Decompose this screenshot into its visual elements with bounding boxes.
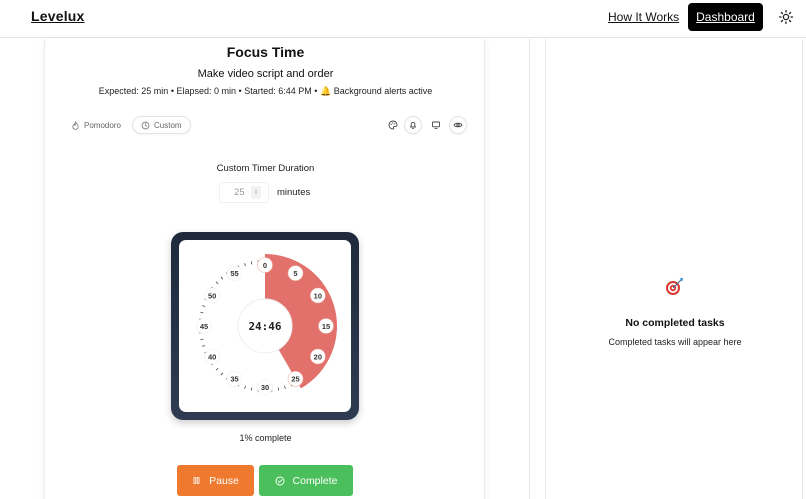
dial-tick [277, 387, 280, 391]
meta-separator: • [314, 86, 318, 96]
meta-elapsed: Elapsed: 0 min [176, 86, 237, 96]
flame-icon [72, 120, 79, 130]
empty-state-subtitle: Completed tasks will appear here [608, 337, 742, 347]
dial-label: 5 [287, 265, 304, 281]
dial-tick [215, 281, 219, 285]
clock-icon [141, 121, 150, 129]
dial-tick [244, 385, 246, 389]
complete-label: Complete [292, 474, 338, 487]
dial-tick [250, 387, 253, 391]
dial-tick [244, 263, 246, 267]
eye-icon[interactable] [449, 116, 467, 134]
dial-label-text: 25 [291, 375, 299, 384]
clock-face: 0 5 10 15 20 25 30 35 40 45 50 55 24:46 [179, 240, 351, 412]
timer-card: Focus Time Make video script and order E… [44, 39, 485, 499]
mode-custom-button[interactable]: Custom [132, 116, 191, 134]
dial-tick [250, 261, 253, 265]
dial-label-text: 20 [314, 352, 322, 361]
dial-tick [284, 385, 286, 389]
timer-clock: 0 5 10 15 20 25 30 35 40 45 50 55 24:46 [171, 232, 359, 420]
duration-input[interactable]: 25 [219, 182, 269, 203]
pause-button[interactable]: Pause [177, 465, 254, 496]
duration-unit: minutes [277, 187, 311, 198]
check-circle-icon [275, 476, 284, 485]
dial-label-text: 35 [230, 375, 238, 384]
dial-tick [202, 345, 206, 347]
meta-separator: • [170, 86, 174, 96]
dial-label-text: 15 [322, 322, 330, 331]
timer-meta: Expected: 25 min • Elapsed: 0 min • Star… [45, 86, 486, 97]
dial-label: 15 [318, 318, 334, 334]
dial-label: 0 [257, 257, 273, 273]
monitor-icon[interactable] [427, 116, 445, 134]
pause-icon [193, 476, 200, 485]
dial-tick [220, 276, 224, 280]
dial-label: 25 [287, 371, 304, 387]
duration-label: Custom Timer Duration [216, 163, 315, 174]
dial-label-text: 55 [230, 269, 238, 278]
dial-label-text: 30 [261, 383, 269, 392]
complete-button[interactable]: Complete [259, 465, 353, 496]
dial-label: 20 [310, 348, 326, 365]
dial-tick [202, 305, 206, 307]
dial-label: 30 [257, 379, 273, 395]
mode-pomodoro-label: Pomodoro [84, 120, 121, 130]
dial-label: 55 [226, 265, 243, 281]
dial-tick [200, 338, 204, 341]
dial-label-text: 50 [208, 291, 216, 300]
timer-title: Focus Time [226, 44, 305, 60]
mode-pomodoro-button[interactable]: Pomodoro [69, 116, 123, 134]
nav-how-it-works[interactable]: How It Works [608, 10, 679, 24]
dial-tick [215, 367, 219, 371]
dial-tick [220, 372, 224, 376]
dial-label: 40 [204, 348, 220, 365]
dial-label-text: 10 [314, 291, 322, 300]
meta-expected: Expected: 25 min [98, 86, 169, 96]
meta-separator: • [238, 86, 242, 96]
progress-text: 1% complete [239, 433, 292, 443]
bell-icon: 🔔 [319, 86, 332, 96]
sun-icon[interactable] [778, 9, 794, 25]
dial-label-text: 0 [263, 261, 267, 270]
empty-state-title: No completed tasks [625, 317, 725, 329]
dial-label-text: 5 [293, 269, 297, 278]
brand-logo[interactable]: Levelux [31, 8, 85, 24]
target-icon [664, 276, 686, 298]
time-remaining: 24:46 [248, 320, 281, 333]
dial-label: 50 [204, 287, 220, 304]
dial-label-text: 45 [200, 322, 208, 331]
clock-dial: 0 5 10 15 20 25 30 35 40 45 50 55 24:46 [196, 254, 337, 395]
dial-label: 45 [196, 318, 212, 334]
dial-label-text: 40 [208, 352, 216, 361]
duration-stepper[interactable]: ⇕ [251, 186, 261, 199]
completed-tasks-panel: No completed tasks Completed tasks will … [545, 39, 803, 499]
bell-toggle-icon[interactable] [404, 116, 422, 134]
dial-tick [200, 311, 204, 314]
dashboard-button-label: Dashboard [696, 10, 755, 24]
top-header: Levelux How It Works Dashboard [0, 0, 806, 38]
mode-custom-label: Custom [154, 120, 182, 130]
task-name: Make video script and order [197, 68, 334, 80]
palette-icon[interactable] [384, 116, 402, 134]
timer-panel: Focus Time Make video script and order E… [0, 39, 530, 499]
meta-alerts: Background alerts active [333, 86, 433, 96]
pause-label: Pause [209, 474, 239, 487]
dashboard-button[interactable]: Dashboard [688, 3, 763, 31]
meta-started: Started: 6:44 PM [244, 86, 312, 96]
dial-label: 10 [310, 287, 326, 304]
dial-label: 35 [226, 371, 243, 387]
